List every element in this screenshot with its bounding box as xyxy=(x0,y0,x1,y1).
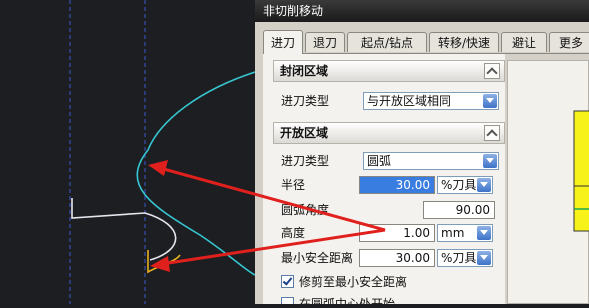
trim-checkbox[interactable] xyxy=(281,275,294,288)
height-unit-value: mm xyxy=(441,226,465,240)
toolpath-curve xyxy=(136,71,256,276)
height-label: 高度 xyxy=(281,226,306,240)
collapse-icon[interactable] xyxy=(484,63,500,79)
tab-retract[interactable]: 退刀 xyxy=(305,32,345,52)
open-region-header[interactable]: 开放区域 xyxy=(273,122,505,144)
height-unit-select[interactable]: mm xyxy=(437,224,493,242)
arc-center-checkbox[interactable] xyxy=(281,297,294,304)
tab-start-drill-points[interactable]: 起点/钻点 xyxy=(347,32,427,52)
chevron-down-icon[interactable] xyxy=(483,154,497,168)
closed-engage-type-label: 进刀类型 xyxy=(281,94,330,108)
tab-avoidance[interactable]: 避让 xyxy=(501,32,547,52)
min-clearance-unit-select[interactable]: %刀具 xyxy=(437,249,493,267)
tab-engage[interactable]: 进刀 xyxy=(263,30,303,54)
closed-engage-type-select[interactable]: 与开放区域相同 xyxy=(363,92,499,110)
chevron-down-icon[interactable] xyxy=(477,178,491,192)
engage-preview-image xyxy=(507,60,589,304)
chevron-down-icon[interactable] xyxy=(483,94,497,108)
start-at-arc-center-row[interactable]: 在圆弧中心处开始 xyxy=(281,296,481,304)
trim-checkbox-label: 修剪至最小安全距离 xyxy=(299,275,408,289)
closed-engage-type-value: 与开放区域相同 xyxy=(367,94,452,108)
open-region-title: 开放区域 xyxy=(280,126,329,140)
engage-panel: 封闭区域 进刀类型 与开放区域相同 开放区域 进刀类型 圆弧 半径 30.00 … xyxy=(263,54,505,304)
min-clearance-input[interactable]: 30.00 xyxy=(359,249,435,267)
dialog-title[interactable]: 非切削移动 xyxy=(255,0,589,22)
trim-to-min-clearance-row[interactable]: 修剪至最小安全距离 xyxy=(281,274,481,290)
closed-region-header[interactable]: 封闭区域 xyxy=(273,60,505,82)
open-engage-type-value: 圆弧 xyxy=(367,154,392,168)
radius-unit-select[interactable]: %刀具 xyxy=(437,176,493,194)
arc-angle-label: 圆弧角度 xyxy=(281,203,330,217)
non-cutting-moves-dialog: 非切削移动 进刀 退刀 起点/钻点 转移/快速 避让 更多 封闭区域 进刀类型 … xyxy=(255,0,589,304)
closed-region-title: 封闭区域 xyxy=(280,64,329,78)
arc-center-checkbox-label: 在圆弧中心处开始 xyxy=(299,297,396,304)
collapse-icon[interactable] xyxy=(484,125,500,141)
radius-unit-value: %刀具 xyxy=(441,178,477,192)
min-clearance-unit-value: %刀具 xyxy=(441,251,477,265)
height-input[interactable]: 1.00 xyxy=(359,224,435,242)
open-engage-type-label: 进刀类型 xyxy=(281,154,330,168)
engage-arc xyxy=(147,250,181,274)
chevron-down-icon[interactable] xyxy=(477,226,491,240)
tab-more[interactable]: 更多 xyxy=(549,32,589,52)
radius-input[interactable]: 30.00 xyxy=(359,176,435,194)
preview-yellow-block xyxy=(573,110,589,232)
min-clearance-label: 最小安全距离 xyxy=(281,251,354,265)
arc-angle-input[interactable]: 90.00 xyxy=(423,201,495,219)
cad-viewport[interactable] xyxy=(0,0,260,304)
engage-path xyxy=(71,198,177,261)
open-engage-type-select[interactable]: 圆弧 xyxy=(363,152,499,170)
radius-label: 半径 xyxy=(281,178,306,192)
chevron-down-icon[interactable] xyxy=(477,251,491,265)
tab-transfer-rapid[interactable]: 转移/快速 xyxy=(429,32,499,52)
